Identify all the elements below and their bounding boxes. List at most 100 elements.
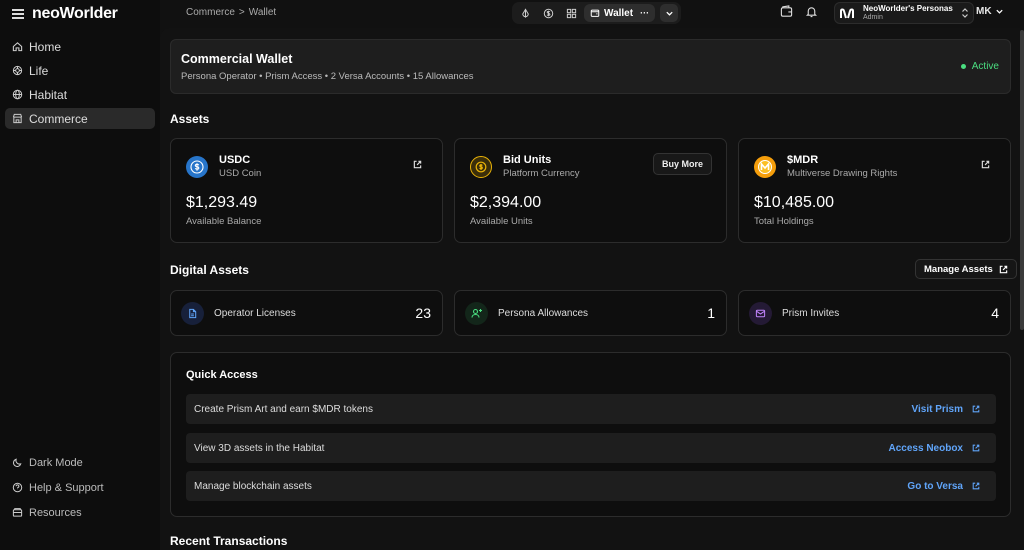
asset-value: $10,485.00 <box>754 194 835 211</box>
quick-access-row: Manage blockchain assets Go to Versa <box>186 471 996 501</box>
visit-prism-link[interactable]: Visit Prism <box>911 404 980 415</box>
sidebar-item-label: Habitat <box>29 87 68 102</box>
manage-assets-label: Manage Assets <box>924 263 993 275</box>
digital-asset-label: Operator Licenses <box>214 307 296 319</box>
digital-asset-label: Persona Allowances <box>498 307 589 319</box>
asset-value-label: Available Balance <box>186 216 262 227</box>
wallet-subtitle: Persona Operator • Prism Access • 2 Vers… <box>181 71 474 82</box>
asset-title-group: $MDR Multiverse Drawing Rights <box>787 154 897 179</box>
buy-more-button[interactable]: Buy More <box>652 153 712 175</box>
tab-wallet-label: Wallet <box>604 7 634 19</box>
user-initials: MK <box>976 6 992 17</box>
quick-access-text: View 3D assets in the Habitat <box>194 442 325 454</box>
chevron-down-icon[interactable] <box>660 4 679 22</box>
dark-mode-label: Dark Mode <box>29 456 83 469</box>
resources-icon <box>12 507 23 518</box>
quick-access-title: Quick Access <box>186 369 258 381</box>
mdr-coin-icon <box>754 155 776 178</box>
digital-asset-count: 4 <box>991 305 999 321</box>
quick-access-link-label: Access Neobox <box>888 442 963 454</box>
asset-title-group: Bid Units Platform Currency <box>503 154 580 179</box>
external-link-icon <box>999 265 1008 274</box>
breadcrumb-parent[interactable]: Commerce <box>186 7 235 18</box>
manage-assets-button[interactable]: Manage Assets <box>915 259 1017 279</box>
asset-value: $1,293.49 <box>186 194 258 211</box>
persona-switcher[interactable]: NeoWorlder's Personas Admin <box>834 2 974 24</box>
drop-icon[interactable] <box>515 4 535 22</box>
moon-icon <box>12 457 23 468</box>
scrollbar[interactable] <box>1020 30 1024 330</box>
quick-access-link-label: Visit Prism <box>911 403 963 415</box>
asset-card-bid-units: Bid Units Platform Currency Buy More $2,… <box>454 138 727 243</box>
status-badge: Active <box>960 61 999 72</box>
tab-wallet[interactable]: Wallet ··· <box>584 4 656 22</box>
asset-title-group: USDC USD Coin <box>219 154 261 179</box>
dollar-coin-icon <box>470 155 492 178</box>
help-icon <box>12 482 23 493</box>
sidebar-item-home[interactable]: Home <box>5 36 155 57</box>
main-content: Commercial Wallet Persona Operator • Pri… <box>160 28 1020 550</box>
wallet-header-icon[interactable] <box>780 5 793 21</box>
breadcrumb-separator: > <box>238 7 245 18</box>
sidebar: neoWorlder Home Life Habitat Commerce Da… <box>0 0 160 550</box>
sidebar-item-label: Life <box>29 63 49 78</box>
digital-asset-persona-allowances[interactable]: Persona Allowances 1 <box>454 290 727 336</box>
digital-asset-prism-invites[interactable]: Prism Invites 4 <box>738 290 1011 336</box>
digital-assets-heading: Digital Assets <box>170 263 249 277</box>
user-plus-icon <box>465 301 488 325</box>
persona-role: Admin <box>863 14 883 21</box>
external-link-icon <box>972 444 980 452</box>
brand-logo[interactable]: neoWorlder <box>32 5 118 23</box>
asset-desc: Multiverse Drawing Rights <box>787 168 898 179</box>
app-switcher: Wallet ··· <box>512 2 682 24</box>
breadcrumb-current: Wallet <box>248 7 277 18</box>
user-menu[interactable]: MK <box>976 6 1004 17</box>
asset-name: USDC <box>219 154 251 166</box>
life-icon <box>12 65 23 76</box>
asset-name: $MDR <box>787 154 819 166</box>
asset-desc: Platform Currency <box>503 168 580 179</box>
sidebar-item-commerce[interactable]: Commerce <box>5 108 155 129</box>
breadcrumb: Commerce > Wallet <box>186 7 276 18</box>
help-support-link[interactable]: Help & Support <box>5 477 155 498</box>
recent-transactions-heading: Recent Transactions <box>170 534 288 548</box>
hamburger-menu-icon[interactable] <box>12 8 24 20</box>
external-link-icon[interactable] <box>413 158 422 172</box>
quick-access-link-label: Go to Versa <box>907 480 963 492</box>
asset-card-usdc: USDC USD Coin $1,293.49 Available Balanc… <box>170 138 443 243</box>
wallet-banner: Commercial Wallet Persona Operator • Pri… <box>170 39 1011 94</box>
persona-text: NeoWorlder's Personas Admin <box>863 4 961 22</box>
sidebar-item-habitat[interactable]: Habitat <box>5 84 155 105</box>
external-link-icon[interactable] <box>981 158 990 172</box>
digital-asset-operator-licenses[interactable]: Operator Licenses 23 <box>170 290 443 336</box>
go-to-versa-link[interactable]: Go to Versa <box>907 481 980 492</box>
status-dot <box>960 64 966 69</box>
chevron-down-icon <box>995 7 1004 16</box>
resources-link[interactable]: Resources <box>5 502 155 523</box>
quick-access-row: View 3D assets in the Habitat Access Neo… <box>186 433 996 463</box>
bell-icon[interactable] <box>805 5 818 21</box>
sidebar-bottom: Dark Mode Help & Support Resources <box>5 452 155 527</box>
asset-header: USDC USD Coin <box>186 154 427 179</box>
persona-name: NeoWorlder's Personas <box>863 4 953 13</box>
brand: neoWorlder <box>0 0 160 28</box>
external-link-icon <box>972 482 980 490</box>
assets-heading: Assets <box>170 112 210 126</box>
wallet-title: Commercial Wallet <box>181 52 293 66</box>
tab-more[interactable]: ··· <box>640 8 649 18</box>
sidebar-item-label: Commerce <box>29 111 88 126</box>
wallet-icon <box>590 8 600 18</box>
dark-mode-toggle[interactable]: Dark Mode <box>5 452 155 473</box>
asset-value-label: Total Holdings <box>754 216 814 227</box>
asset-value-label: Available Units <box>470 216 533 227</box>
dollar-circle-icon[interactable] <box>538 4 558 22</box>
sidebar-item-life[interactable]: Life <box>5 60 155 81</box>
header-actions <box>780 5 818 21</box>
grid-icon[interactable] <box>561 4 581 22</box>
help-support-label: Help & Support <box>29 481 104 494</box>
digital-asset-count: 23 <box>415 305 431 321</box>
digital-asset-label: Prism Invites <box>782 307 840 319</box>
asset-value: $2,394.00 <box>470 194 542 211</box>
access-neobox-link[interactable]: Access Neobox <box>889 443 980 454</box>
neoworlder-logo-icon <box>839 6 855 20</box>
